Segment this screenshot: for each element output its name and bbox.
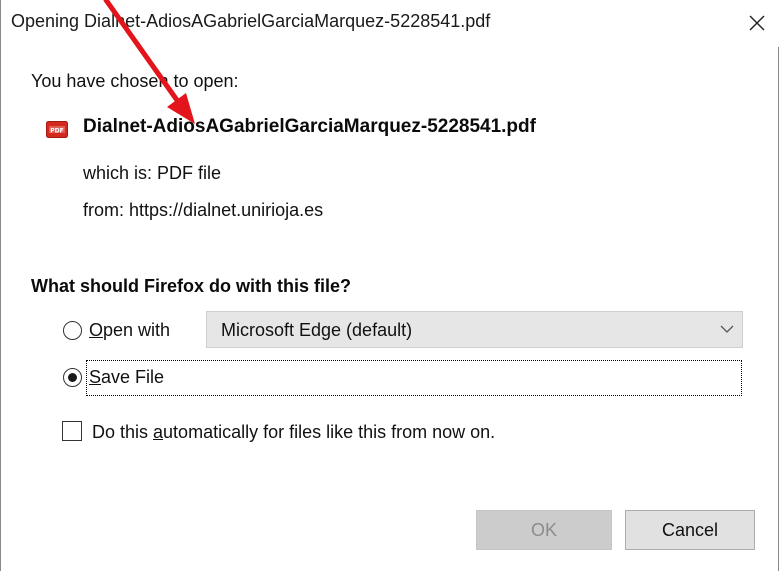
auto-action-checkbox[interactable]	[62, 421, 82, 441]
intro-text: You have chosen to open:	[31, 71, 239, 91]
file-source: from: https://dialnet.unirioja.es	[83, 200, 324, 220]
open-with-radio[interactable]	[63, 321, 82, 340]
open-with-app-select[interactable]: Microsoft Edge (default)	[206, 311, 743, 348]
close-button[interactable]	[740, 6, 774, 40]
ok-button[interactable]: OK	[476, 510, 612, 550]
file-type: which is: PDF file	[83, 163, 222, 183]
pdf-file-icon: PDF	[46, 121, 68, 138]
save-file-focus-ring	[86, 360, 742, 396]
save-file-radio[interactable]	[63, 368, 82, 387]
save-file-label[interactable]: Save File	[89, 367, 164, 388]
open-with-label[interactable]: Open with	[89, 320, 170, 341]
title-bar: Opening Dialnet-AdiosAGabrielGarciaMarqu…	[1, 0, 780, 47]
close-icon	[749, 15, 765, 31]
dialog-window: Opening Dialnet-AdiosAGabrielGarciaMarqu…	[0, 0, 780, 571]
window-title: Opening Dialnet-AdiosAGabrielGarciaMarqu…	[11, 11, 491, 31]
open-with-app-value: Microsoft Edge (default)	[221, 320, 413, 340]
chevron-down-icon	[720, 325, 734, 333]
cancel-button[interactable]: Cancel	[625, 510, 755, 550]
file-name: Dialnet-AdiosAGabrielGarciaMarquez-52285…	[83, 116, 536, 137]
svg-text:PDF: PDF	[50, 128, 63, 135]
auto-action-label[interactable]: Do this automatically for files like thi…	[92, 422, 495, 443]
action-question: What should Firefox do with this file?	[31, 276, 351, 296]
